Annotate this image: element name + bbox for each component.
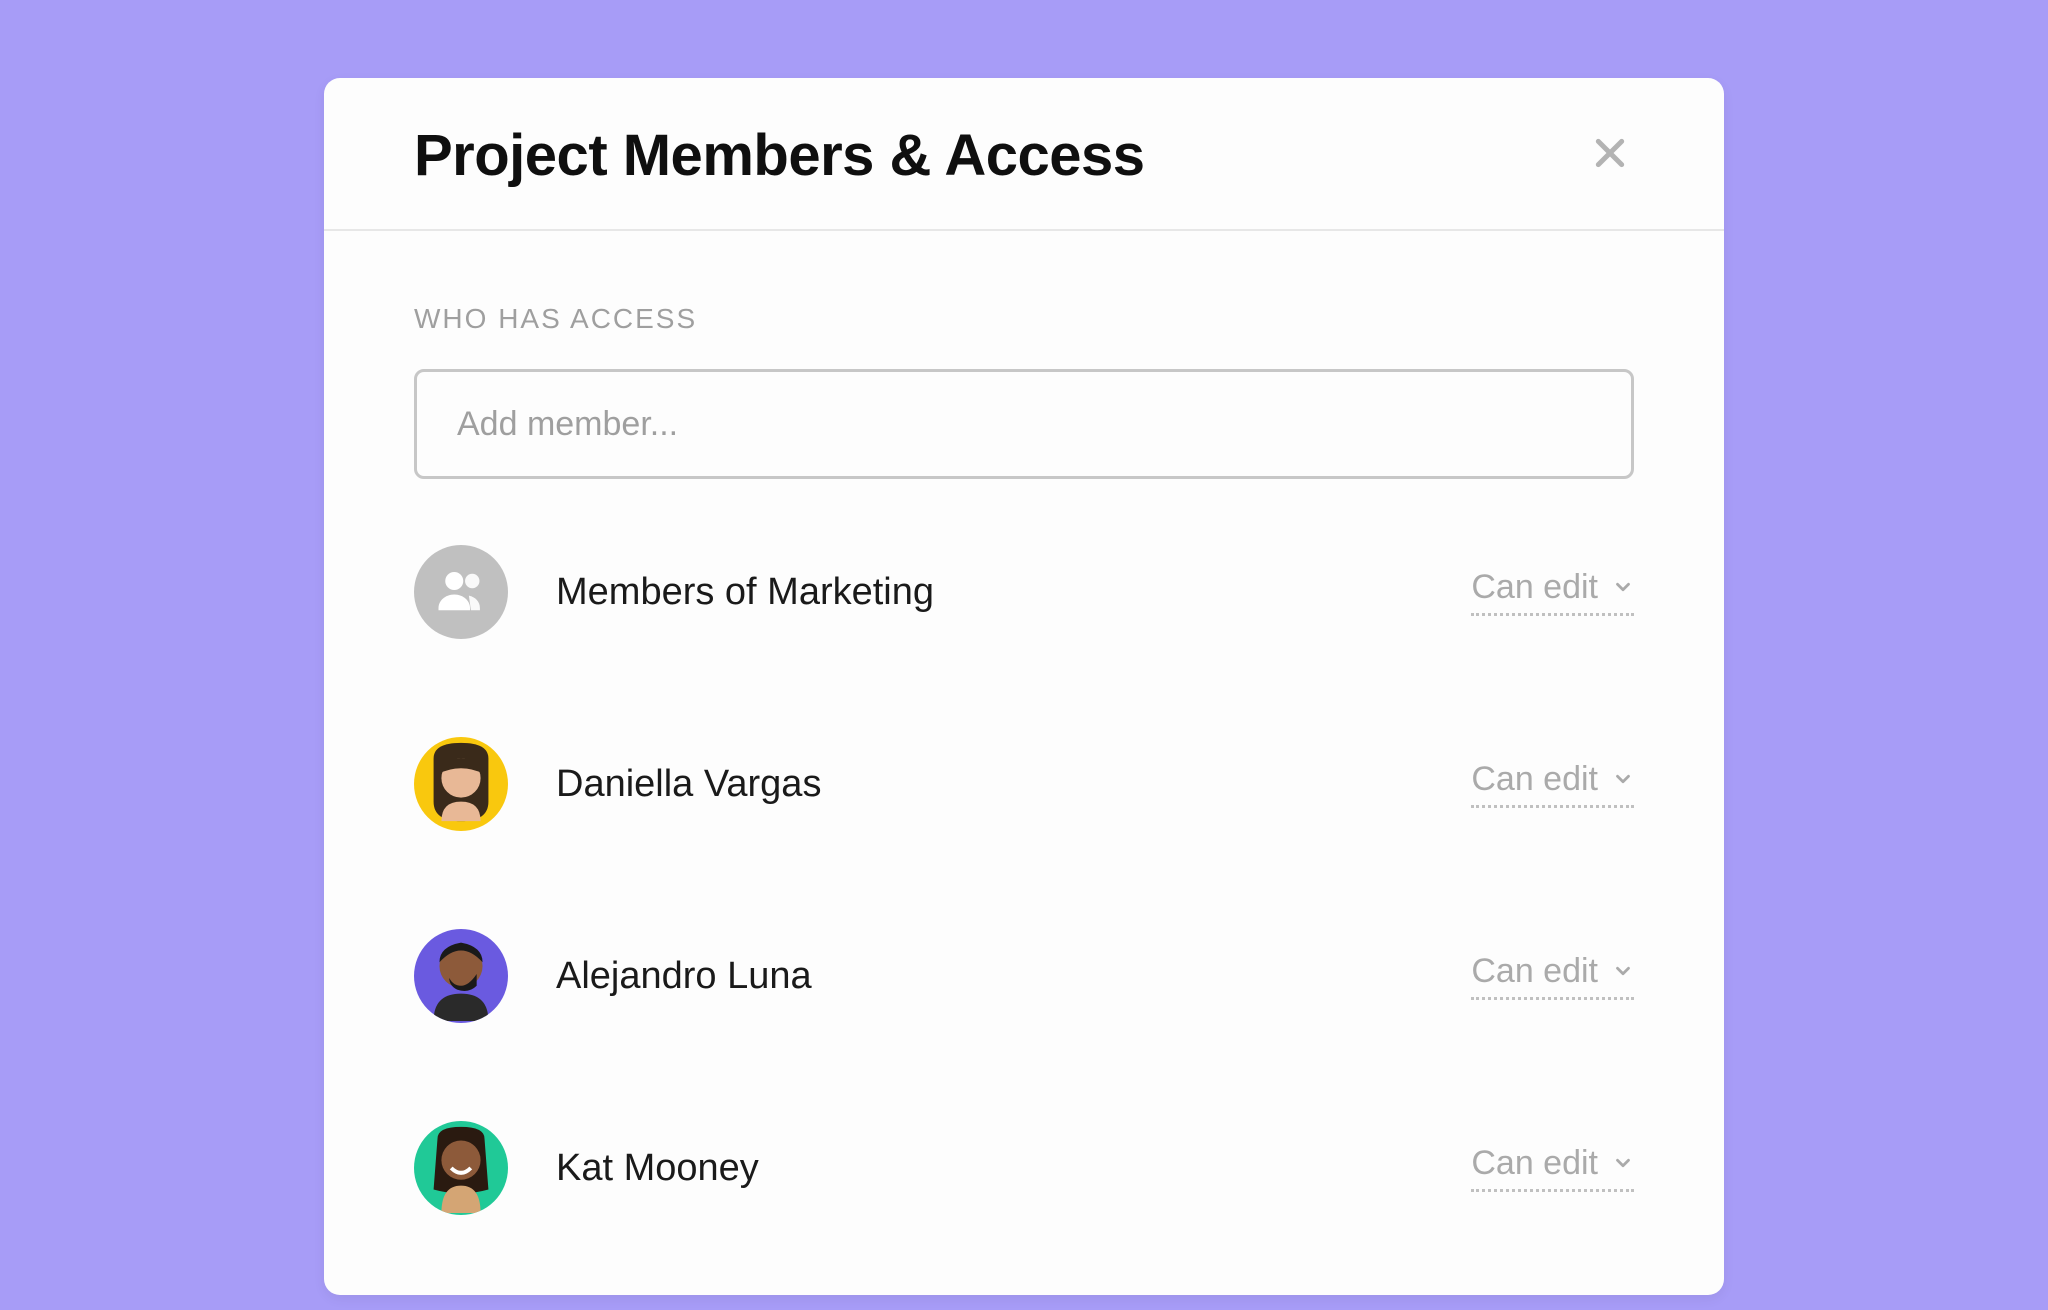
member-row: Daniella Vargas Can edit <box>414 737 1634 831</box>
user-avatar <box>414 929 508 1023</box>
person-icon <box>414 737 508 831</box>
member-list: Members of Marketing Can edit <box>414 545 1634 1215</box>
modal-header: Project Members & Access <box>324 78 1724 231</box>
member-info: Members of Marketing <box>414 545 934 639</box>
section-label: Who has access <box>414 303 1634 335</box>
person-icon <box>414 1121 508 1215</box>
member-name: Kat Mooney <box>556 1147 759 1190</box>
member-row: Alejandro Luna Can edit <box>414 929 1634 1023</box>
modal-title: Project Members & Access <box>414 122 1145 189</box>
chevron-down-icon <box>1612 760 1634 799</box>
users-icon <box>434 563 488 622</box>
modal-body: Who has access M <box>324 231 1724 1295</box>
user-avatar <box>414 737 508 831</box>
member-row: Kat Mooney Can edit <box>414 1121 1634 1215</box>
chevron-down-icon <box>1612 952 1634 991</box>
group-avatar <box>414 545 508 639</box>
user-avatar <box>414 1121 508 1215</box>
permission-label: Can edit <box>1471 760 1598 799</box>
members-access-modal: Project Members & Access Who has access <box>324 78 1724 1295</box>
close-icon <box>1590 133 1630 178</box>
permission-dropdown[interactable]: Can edit <box>1471 952 1634 1000</box>
chevron-down-icon <box>1612 568 1634 607</box>
member-info: Alejandro Luna <box>414 929 812 1023</box>
permission-label: Can edit <box>1471 568 1598 607</box>
person-icon <box>414 929 508 1023</box>
permission-dropdown[interactable]: Can edit <box>1471 760 1634 808</box>
permission-dropdown[interactable]: Can edit <box>1471 568 1634 616</box>
add-member-input[interactable] <box>414 369 1634 479</box>
member-row: Members of Marketing Can edit <box>414 545 1634 639</box>
member-info: Kat Mooney <box>414 1121 759 1215</box>
permission-dropdown[interactable]: Can edit <box>1471 1144 1634 1192</box>
close-button[interactable] <box>1586 132 1634 180</box>
permission-label: Can edit <box>1471 952 1598 991</box>
member-info: Daniella Vargas <box>414 737 821 831</box>
member-name: Members of Marketing <box>556 571 934 614</box>
member-name: Alejandro Luna <box>556 955 812 998</box>
member-name: Daniella Vargas <box>556 763 821 806</box>
chevron-down-icon <box>1612 1144 1634 1183</box>
permission-label: Can edit <box>1471 1144 1598 1183</box>
